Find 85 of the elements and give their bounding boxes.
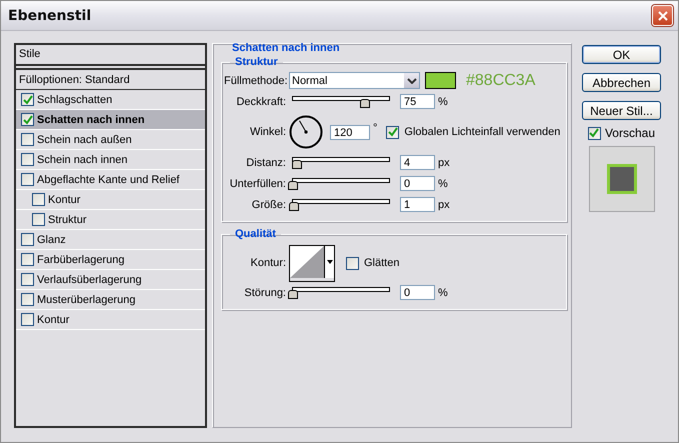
list-item[interactable]: Abgeflachte Kante und Relief [16,170,205,190]
checkbox[interactable] [32,213,45,226]
list-item[interactable]: Struktur [16,210,205,230]
list-item[interactable]: Verlaufsüberlagerung [16,270,205,290]
number-field[interactable]: 1 [400,197,435,212]
unit-label: px [438,156,450,168]
unit-label: px [438,198,450,210]
item-label: Schein nach außen [37,134,132,146]
slider-thumb[interactable] [288,290,298,298]
slider[interactable] [289,96,393,108]
preview-square [606,164,636,194]
item-label: Schein nach innen [37,154,128,166]
unit-label: % [438,286,448,298]
item-label: Schatten nach innen [37,114,145,126]
group-title: Qualität [234,228,277,240]
field-label: Deckkraft: [235,96,286,108]
slider[interactable] [289,198,393,210]
checkbox[interactable] [588,126,601,140]
slider[interactable] [289,156,393,168]
checkbox[interactable] [386,126,400,138]
number-field[interactable]: 120 [330,124,370,140]
item-label: Schlagschatten [37,94,112,106]
checkbox[interactable] [21,233,34,246]
checkbox-label: Globalen Lichteinfall verwenden [404,126,560,138]
field-label: Unterfüllen: [228,178,286,190]
checkbox[interactable] [21,313,34,326]
item-label: Verlaufsüberlagerung [37,274,142,286]
field-label: Distanz: [245,156,286,168]
list-item[interactable]: Glanz [16,230,205,250]
list-item[interactable]: Schein nach innen [16,150,205,170]
checkbox[interactable] [21,253,34,266]
number-field[interactable]: 75 [400,94,435,109]
checkbox[interactable] [21,153,34,166]
unit-label: % [438,96,448,108]
list-item[interactable]: Schein nach außen [16,130,205,150]
checkbox-label: Glätten [364,257,400,269]
list-item[interactable]: Schatten nach innen [16,110,205,130]
dialog-button[interactable]: OK [582,45,661,64]
dialog-button[interactable]: Neuer Stil... [582,101,661,120]
unit-label: % [438,178,448,190]
window-title: Ebenenstil [8,8,92,24]
slider[interactable] [289,286,393,298]
slider-thumb[interactable] [288,202,299,210]
slider[interactable] [289,178,393,190]
blend-mode-dropdown[interactable]: Normal [289,72,420,89]
item-label: Glanz [37,234,66,246]
number-field[interactable]: 0 [400,285,435,300]
slider-thumb[interactable] [292,160,302,168]
dialog-button[interactable]: Abbrechen [582,73,661,92]
field-label: Füllmethode: [224,74,286,86]
checkbox[interactable] [21,93,34,106]
item-label: Struktur [48,214,87,226]
unit-label: ° [373,122,378,134]
angle-dial[interactable] [289,115,323,149]
field-label: Winkel: [248,126,286,138]
field-label: Kontur: [250,257,286,269]
list-item[interactable]: Musterüberlagerung [16,290,205,310]
number-field[interactable]: 4 [400,155,435,170]
item-label: Farbüberlagerung [37,254,124,266]
checkbox[interactable] [21,113,34,126]
list-item[interactable]: Farbüberlagerung [16,250,205,270]
checkbox-label: Vorschau [604,126,656,140]
item-label: Abgeflachte Kante und Relief [37,174,180,186]
item-label: Musterüberlagerung [37,294,136,306]
group-title: Schatten nach innen [231,42,341,54]
item-label: Kontur [48,194,80,206]
number-field[interactable]: 0 [400,176,435,191]
field-label: Größe: [250,198,286,210]
checkbox[interactable] [21,273,34,286]
checkbox[interactable] [21,293,34,306]
color-code: #88CC3A [466,72,536,90]
checkbox[interactable] [32,193,45,206]
list-header: Stile [16,45,205,70]
close-icon[interactable] [652,5,673,26]
checkbox[interactable] [21,173,34,186]
item-label: Kontur [37,314,70,326]
color-swatch[interactable] [425,72,456,89]
field-label: Störung: [243,286,286,298]
checkbox[interactable] [346,256,359,270]
checkbox[interactable] [21,133,34,146]
list-item[interactable]: Fülloptionen: Standard [16,70,205,90]
list-item[interactable]: Kontur [16,190,205,210]
list-item[interactable]: Kontur [16,310,205,330]
group-title: Struktur [234,56,279,68]
slider-thumb[interactable] [288,180,298,190]
